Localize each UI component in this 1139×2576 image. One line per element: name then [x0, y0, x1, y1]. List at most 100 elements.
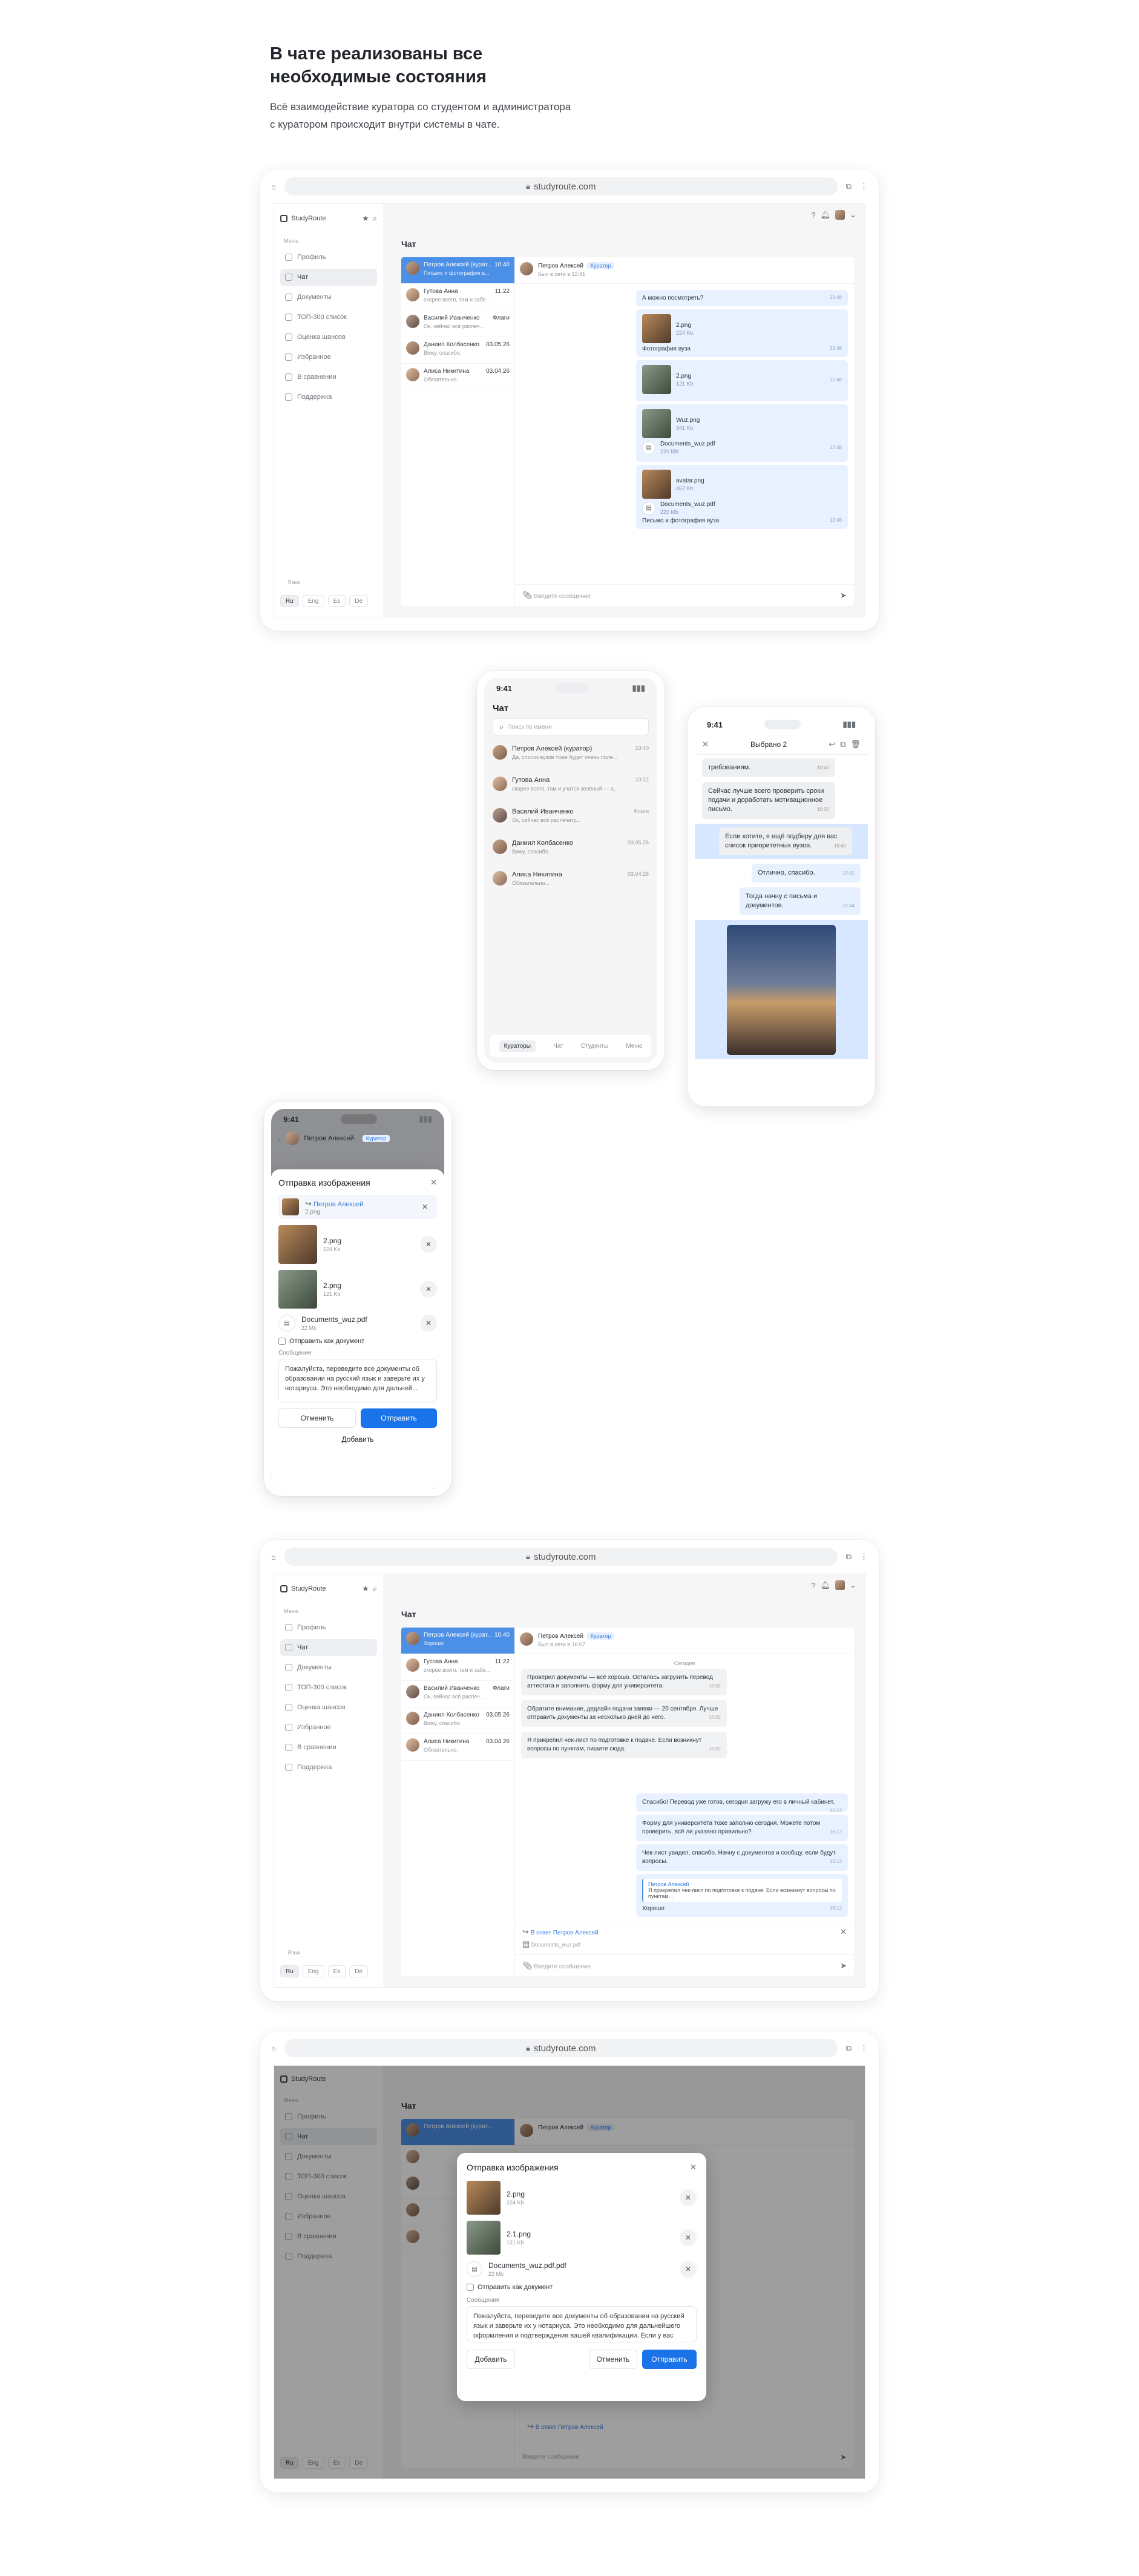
close-icon[interactable]: ✕ — [416, 1198, 433, 1215]
chat-list-item[interactable]: Алиса Никитина 03.04.26 Обязательно... — [484, 866, 657, 898]
chevron-down-icon[interactable]: ⌄ — [850, 1580, 856, 1590]
tabs-icon[interactable]: ⧉ — [846, 182, 852, 191]
tabs-icon[interactable]: ⧉ — [846, 2043, 852, 2053]
tab-chat[interactable]: Чат — [553, 1043, 563, 1050]
lang-ru[interactable]: Ru — [280, 1965, 299, 1977]
lang-es[interactable]: Es — [327, 595, 346, 607]
lang-es[interactable]: Es — [327, 1965, 346, 1977]
message-outgoing[interactable]: Отлично, спасибо. 10:41 — [752, 864, 861, 882]
checkbox[interactable] — [467, 2284, 474, 2292]
tab-curators[interactable]: Кураторы — [499, 1040, 536, 1052]
nav-chances[interactable]: Оценка шансов — [280, 329, 377, 346]
close-icon[interactable]: ✕ — [840, 1927, 847, 1937]
lang-de[interactable]: De — [349, 595, 369, 607]
chat-list-item[interactable]: Василий Иванченко Флаги Ок, сейчас всё рас… — [484, 803, 657, 835]
nav-chat[interactable]: Чат — [280, 269, 377, 286]
avatar[interactable] — [835, 210, 845, 220]
address-bar[interactable]: 🔒︎ studyroute.com — [284, 177, 838, 196]
tabs-icon[interactable]: ⧉ — [846, 1552, 852, 1562]
lang-de[interactable]: De — [349, 1965, 369, 1977]
nav-support[interactable]: Поддержка — [280, 1759, 377, 1776]
cancel-button[interactable]: Отменить — [589, 2350, 637, 2370]
image-message[interactable] — [727, 924, 836, 1055]
nav-documents[interactable]: Документы — [280, 289, 377, 306]
logo[interactable]: StudyRoute ★ ⌕ — [280, 214, 377, 223]
attachment[interactable]: avatar.png 462 Kb — [642, 470, 842, 499]
remove-icon[interactable]: ✕ — [680, 2229, 697, 2246]
send-button[interactable]: Отправить — [642, 2350, 697, 2370]
chat-list-item[interactable]: Василий Иванченко Флаги Ок, сейчас всё рас… — [401, 1681, 514, 1707]
nav-top300[interactable]: ТОП-300 список — [280, 309, 377, 326]
message-outgoing[interactable]: Петров Алексей Я прикрепил чек-лист по по… — [636, 1874, 848, 1917]
chat-list-item[interactable]: Гутова Анна 11:22 скорее всего, там и забе… — [401, 1654, 514, 1681]
message-incoming[interactable]: Я прикрепил чек-лист по подготовке к под… — [521, 1732, 727, 1758]
send-icon[interactable]: ➤ — [840, 591, 847, 600]
copy-icon[interactable]: ⧉ — [840, 740, 845, 749]
more-icon[interactable]: ⋮ — [860, 2043, 868, 2053]
message-outgoing[interactable]: Чек-лист увидел, спасибо. Начну с докуме… — [636, 1844, 848, 1871]
remove-icon[interactable]: ✕ — [420, 1315, 437, 1332]
message-outgoing[interactable]: Спасибо! Перевод уже готов, сегодня загр… — [636, 1793, 848, 1813]
chat-list-item[interactable]: Алиса Никитина 03.04.26 Обязательно. — [401, 1734, 514, 1761]
nav-favorites[interactable]: Избранное — [280, 1719, 377, 1736]
chat-list-item[interactable]: Даниил Колбасенко 03.05.26 Вижу, спасибо. — [401, 337, 514, 364]
chat-list-item[interactable]: Петров Алексей (курат... 10:40 Хорошо — [401, 1628, 514, 1654]
close-icon[interactable]: ✕ — [430, 1178, 437, 1188]
chat-list-item[interactable]: Петров Алексей (курат... 10:40 Письмо и фо… — [401, 257, 514, 284]
image-thumbnail[interactable] — [642, 409, 671, 438]
message-textarea[interactable]: Пожалуйста, переведите все документы об … — [467, 2306, 697, 2343]
send-as-document[interactable]: Отправить как документ — [278, 1338, 437, 1346]
nav-compare[interactable]: В сравнении — [280, 369, 377, 386]
chat-list-item[interactable]: Даниил Колбасенко 03.05.26 Вижу, спасибо. — [401, 1707, 514, 1734]
close-icon[interactable]: ✕ — [690, 2163, 697, 2172]
image-thumbnail[interactable] — [642, 314, 671, 343]
chat-list-item[interactable]: Алиса Никитина 03.04.26 Обязательно. — [401, 364, 514, 390]
avatar[interactable] — [835, 1580, 845, 1590]
add-button[interactable]: Добавить — [278, 1435, 437, 1444]
message-input[interactable]: 📎︎ Введите сообщение ➤ — [515, 1954, 854, 1976]
bell-icon[interactable]: 🔔︎ — [821, 1580, 831, 1590]
back-icon[interactable]: ‹ — [278, 1134, 281, 1143]
star-icon[interactable]: ★ — [362, 214, 369, 223]
message-outgoing[interactable]: Wuz.png 341 Kb ▤ Documents_wuz.pdf 220 Mb 12… — [636, 404, 848, 462]
message-input[interactable]: 📎︎ Введите сообщение ➤ — [515, 584, 854, 606]
lang-eng[interactable]: Eng — [302, 1965, 324, 1977]
reply-icon[interactable]: ↩ — [829, 740, 835, 749]
message-outgoing[interactable]: Форму для университета тоже заполню сего… — [636, 1815, 848, 1841]
nav-documents[interactable]: Документы — [280, 1659, 377, 1676]
attachment[interactable]: 2.png 121 Kb 12:48 — [642, 365, 842, 394]
message-incoming[interactable]: Если хотите, я ещё подберу для вас списо… — [719, 827, 852, 855]
attachment[interactable]: 2.png 224 Kb — [642, 314, 842, 343]
chat-list-item[interactable]: Гутова Анна 10:22 скорее всего, там и учат… — [484, 772, 657, 803]
selected-message-row[interactable] — [695, 920, 868, 1059]
tab-menu[interactable]: Меню — [626, 1043, 642, 1050]
nav-profile[interactable]: Профиль — [280, 249, 377, 266]
search-icon[interactable]: ⌕ — [373, 214, 377, 223]
image-thumbnail[interactable] — [642, 365, 671, 394]
nav-chances[interactable]: Оценка шансов — [280, 1699, 377, 1716]
message-outgoing[interactable]: А можно посмотреть? 12:48 — [636, 290, 848, 306]
trash-icon[interactable]: 🗑︎ — [850, 740, 861, 749]
help-icon[interactable]: ? — [811, 211, 815, 220]
selected-message-row[interactable]: Если хотите, я ещё подберу для вас списо… — [695, 824, 868, 859]
address-bar[interactable]: 🔒︎ studyroute.com — [284, 2039, 838, 2057]
search-icon[interactable]: ⌕ — [373, 1584, 377, 1594]
chat-list-item[interactable]: Петров Алексей (куратор) 10:40 Да, список … — [484, 740, 657, 772]
image-thumbnail[interactable] — [642, 470, 671, 499]
paperclip-icon[interactable]: 📎︎ — [522, 1961, 533, 1971]
message-textarea[interactable]: Пожалуйста, переведите все документы об … — [278, 1359, 437, 1403]
search-input[interactable]: ⌕ Поиск по имени — [493, 718, 649, 735]
image-thumbnail[interactable] — [467, 2221, 501, 2255]
send-button[interactable]: Отправить — [361, 1408, 437, 1428]
logo[interactable]: StudyRoute ★ ⌕ — [280, 1584, 377, 1594]
remove-icon[interactable]: ✕ — [680, 2261, 697, 2278]
more-icon[interactable]: ⋮ — [860, 182, 868, 191]
attachment[interactable]: Wuz.png 341 Kb — [642, 409, 842, 438]
tab-students[interactable]: Студенты — [581, 1043, 608, 1050]
add-button[interactable]: Добавить — [467, 2350, 515, 2370]
checkbox[interactable] — [278, 1338, 286, 1346]
message-incoming[interactable]: Сейчас лучше всего проверить сроки подач… — [702, 782, 835, 819]
quoted-message[interactable]: Петров Алексей Я прикрепил чек-лист по по… — [642, 1879, 842, 1902]
image-thumbnail[interactable] — [467, 2181, 501, 2215]
message-outgoing[interactable]: Тогда начну с письма и документов. 10:44 — [740, 887, 861, 915]
